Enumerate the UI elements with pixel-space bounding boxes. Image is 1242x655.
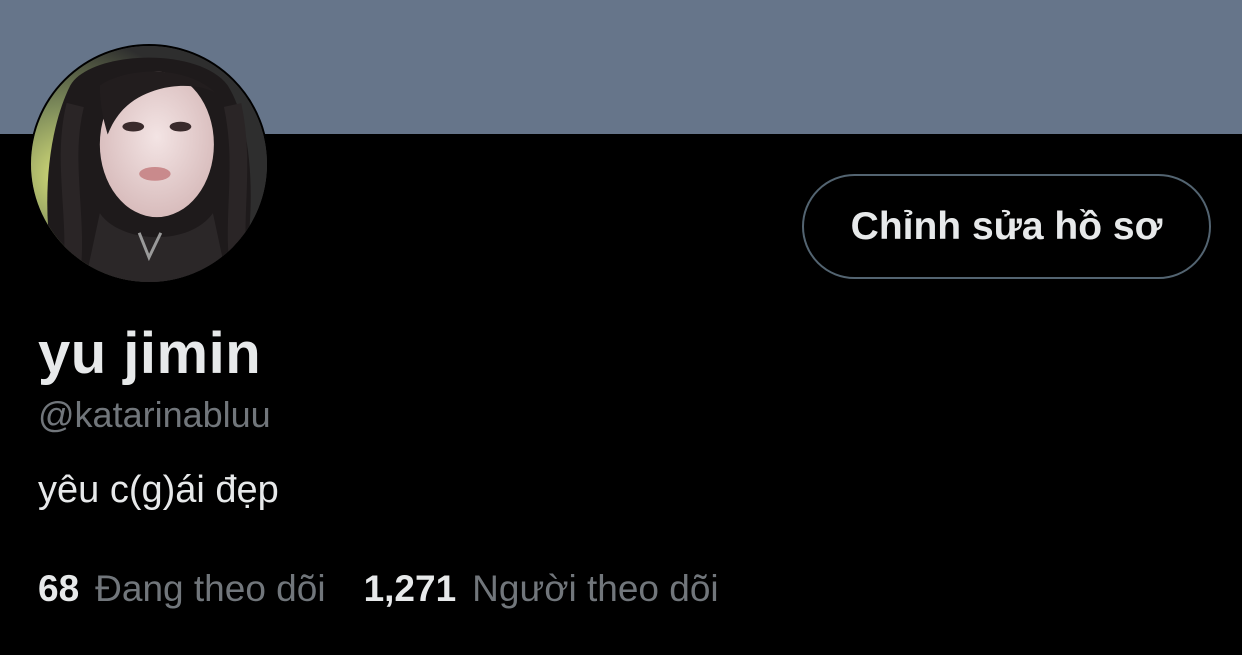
following-label: Đang theo dõi	[95, 568, 326, 609]
user-handle: @katarinabluu	[38, 394, 271, 435]
profile-page: Chỉnh sửa hồ sơ yu jimin @katarinabluu y…	[0, 0, 1242, 655]
followers-link[interactable]: 1,271 Người theo dõi	[364, 566, 719, 612]
profile-bio: yêu c(g)ái đẹp	[38, 469, 279, 511]
avatar[interactable]	[29, 44, 269, 284]
followers-label: Người theo dõi	[472, 568, 719, 609]
display-name: yu jimin	[38, 321, 262, 386]
avatar-photo	[31, 46, 267, 282]
following-count: 68	[38, 568, 80, 609]
profile-stats: 68 Đang theo dõi 1,271 Người theo dõi	[38, 566, 719, 612]
followers-count: 1,271	[363, 568, 457, 609]
edit-profile-button-label: Chỉnh sửa hồ sơ	[850, 204, 1163, 248]
following-link[interactable]: 68 Đang theo dõi	[38, 566, 326, 612]
edit-profile-button[interactable]: Chỉnh sửa hồ sơ	[802, 174, 1211, 279]
